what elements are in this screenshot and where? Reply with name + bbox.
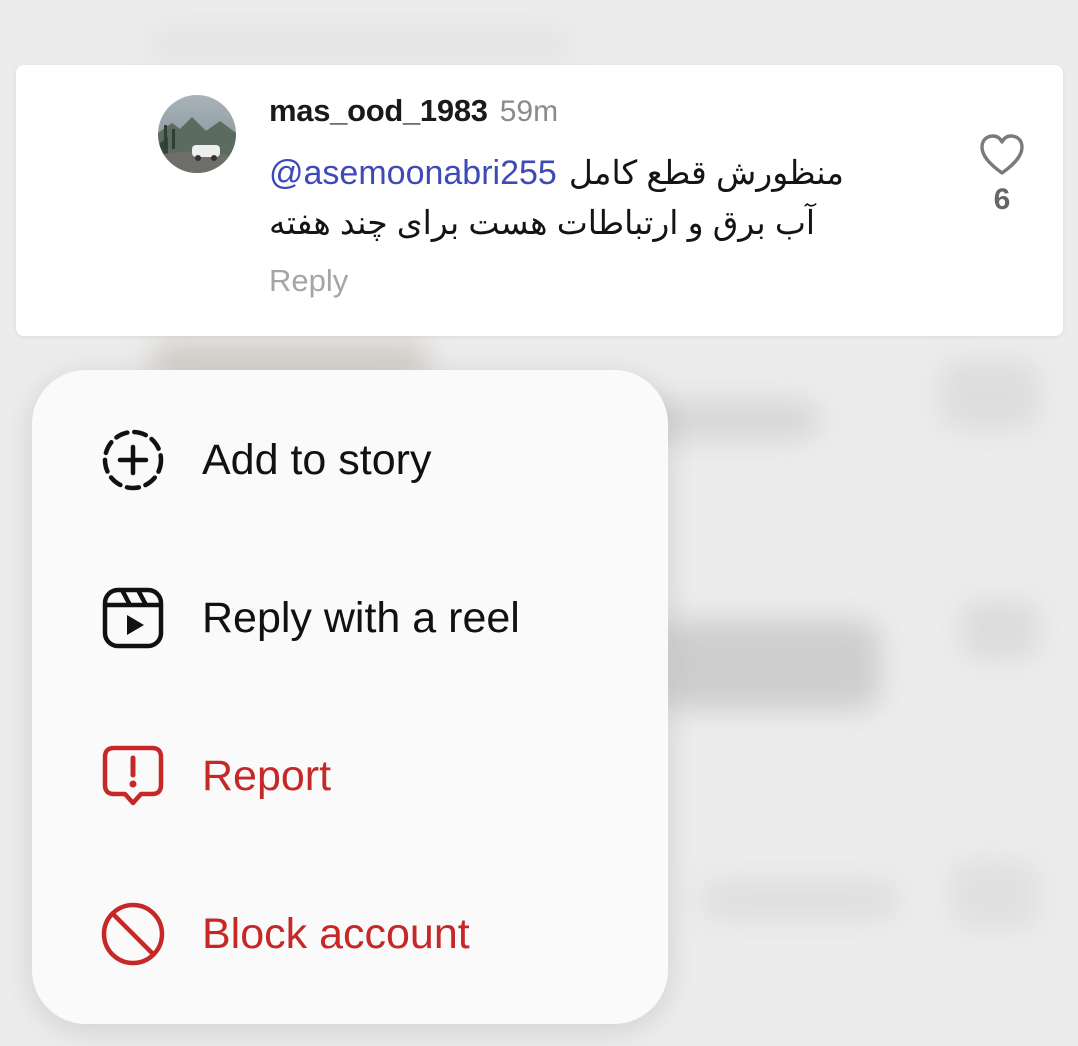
menu-item-label: Report <box>202 751 332 800</box>
comment-options-menu: Add to story Reply with a reel Report Bl… <box>32 370 668 1024</box>
menu-item-reply-with-reel[interactable]: Reply with a reel <box>32 558 668 678</box>
comment-text-part1: منظورش قطع کامل <box>568 154 844 191</box>
reel-icon <box>98 583 168 653</box>
menu-item-label: Block account <box>202 909 470 958</box>
reply-button[interactable]: Reply <box>269 263 348 299</box>
add-to-story-icon <box>98 425 168 495</box>
block-icon <box>98 899 168 969</box>
heart-icon[interactable] <box>978 133 1026 177</box>
comment-timestamp: 59m <box>499 95 559 128</box>
comment-username[interactable]: mas_ood_1983 <box>269 93 488 129</box>
like-count: 6 <box>993 183 1011 216</box>
avatar[interactable] <box>158 95 236 173</box>
like-button[interactable]: 6 <box>971 133 1033 217</box>
comment-text-line2: آب برق و ارتباطات هست برای چند هفته <box>269 204 816 241</box>
menu-item-add-to-story[interactable]: Add to story <box>32 400 668 520</box>
menu-item-label: Add to story <box>202 435 432 484</box>
comment-text-line1: @asemoonabri255 منظورش قطع کامل <box>269 153 844 193</box>
menu-item-block-account[interactable]: Block account <box>32 874 668 994</box>
comment-mention[interactable]: @asemoonabri255 <box>269 154 557 193</box>
menu-item-report[interactable]: Report <box>32 716 668 836</box>
menu-item-label: Reply with a reel <box>202 593 520 642</box>
report-icon <box>98 741 168 811</box>
comment-card: mas_ood_1983 59m @asemoonabri255 منظورش … <box>16 65 1063 336</box>
